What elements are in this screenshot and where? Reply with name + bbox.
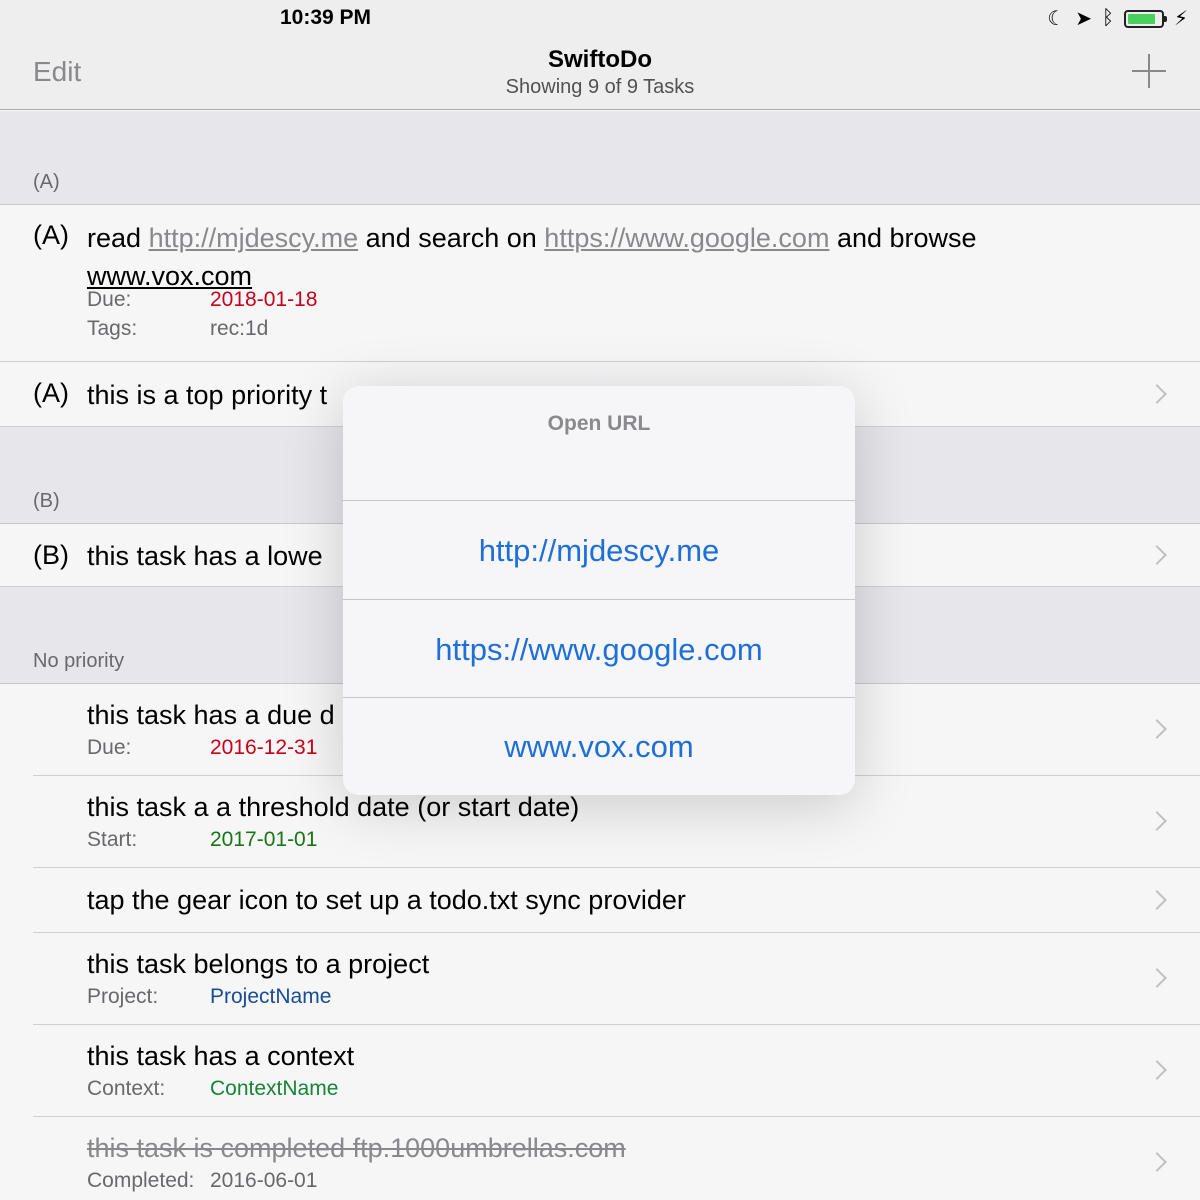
task-text: tap the gear icon to set up a todo.txt s… bbox=[87, 885, 686, 915]
task-word: and search on bbox=[365, 223, 537, 253]
priority-label: (B) bbox=[33, 540, 69, 570]
due-meta: Due: 2018-01-18 bbox=[87, 288, 317, 312]
task-row[interactable]: this task is completed ftp.1000umbrellas… bbox=[0, 1117, 1200, 1200]
task-text: this task is completed ftp.1000umbrellas… bbox=[87, 1133, 626, 1163]
moon-icon: ☾ bbox=[1047, 8, 1066, 30]
popover-title: Open URL bbox=[547, 412, 651, 435]
task-count-subtitle: Showing 9 of 9 Tasks bbox=[505, 76, 695, 98]
section-label: (B) bbox=[33, 490, 60, 512]
meta-label: Due: bbox=[87, 736, 132, 759]
meta-label: Project: bbox=[87, 985, 159, 1008]
meta-label: Due: bbox=[87, 288, 132, 311]
popover-arrow bbox=[580, 364, 624, 386]
priority-label: (A) bbox=[33, 220, 69, 250]
context-meta: Context: ContextName bbox=[87, 1077, 338, 1101]
tags-value: rec:1d bbox=[210, 317, 269, 340]
task-row[interactable]: this task has a context Context: Context… bbox=[0, 1025, 1200, 1117]
start-meta: Start: 2017-01-01 bbox=[87, 828, 317, 852]
battery-icon bbox=[1123, 9, 1167, 28]
chevron-right-icon bbox=[1147, 545, 1167, 565]
priority-label: (A) bbox=[33, 378, 69, 408]
section-label: No priority bbox=[33, 650, 125, 672]
context-name: ContextName bbox=[210, 1077, 339, 1100]
start-date: 2017-01-01 bbox=[210, 828, 318, 851]
open-url-option[interactable]: http://mjdescy.me bbox=[343, 502, 855, 599]
charging-icon: ⚡ bbox=[1173, 8, 1188, 30]
status-bar: 10:39 PM ☾ ➤ ᛒ ⚡ bbox=[0, 0, 1200, 36]
chevron-right-icon bbox=[1147, 384, 1167, 404]
status-icons: ☾ ➤ ᛒ ⚡ bbox=[1047, 6, 1188, 31]
bluetooth-icon: ᛒ bbox=[1101, 7, 1114, 29]
completed-meta: Completed: 2016-06-01 bbox=[87, 1169, 317, 1193]
location-icon: ➤ bbox=[1075, 8, 1092, 30]
url-link[interactable]: http://mjdescy.me bbox=[149, 223, 359, 253]
task-word: and browse bbox=[836, 223, 977, 253]
meta-label: Completed: bbox=[87, 1169, 195, 1192]
open-url-option[interactable]: https://www.google.com bbox=[343, 601, 855, 698]
chevron-right-icon bbox=[1147, 1060, 1167, 1080]
completed-date: 2016-06-01 bbox=[210, 1169, 318, 1192]
navigation-bar: Edit SwiftoDo Showing 9 of 9 Tasks bbox=[0, 36, 1200, 110]
open-url-popover: Open URL http://mjdescy.me https://www.g… bbox=[343, 386, 855, 795]
project-meta: Project: ProjectName bbox=[87, 985, 331, 1009]
task-text: this task has a context bbox=[87, 1041, 355, 1071]
meta-label: Start: bbox=[87, 828, 138, 851]
chevron-right-icon bbox=[1147, 968, 1167, 988]
chevron-right-icon bbox=[1147, 890, 1167, 910]
project-name: ProjectName bbox=[210, 985, 332, 1008]
task-text: this task belongs to a project bbox=[87, 949, 430, 979]
due-date: 2018-01-18 bbox=[210, 288, 318, 311]
task-row[interactable]: this task belongs to a project Project: … bbox=[0, 933, 1200, 1025]
task-word: read bbox=[87, 223, 142, 253]
section-header-a: (A) bbox=[0, 111, 1200, 205]
divider bbox=[343, 500, 855, 501]
section-label: (A) bbox=[33, 171, 60, 193]
chevron-right-icon bbox=[1147, 811, 1167, 831]
task-row[interactable]: (A) read http://mjdescy.me and search on… bbox=[0, 205, 1200, 387]
task-row[interactable]: tap the gear icon to set up a todo.txt s… bbox=[0, 868, 1200, 933]
open-url-option[interactable]: www.vox.com bbox=[343, 698, 855, 795]
chevron-right-icon bbox=[1147, 1152, 1167, 1172]
app-title: SwiftoDo bbox=[548, 46, 652, 73]
url-link[interactable]: www.vox.com bbox=[87, 261, 252, 291]
status-time: 10:39 PM bbox=[280, 6, 372, 29]
chevron-right-icon bbox=[1147, 719, 1167, 739]
divider bbox=[343, 599, 855, 600]
meta-label: Tags: bbox=[87, 317, 138, 340]
tags-meta: Tags: rec:1d bbox=[87, 317, 268, 341]
meta-label: Context: bbox=[87, 1077, 166, 1100]
plus-icon[interactable] bbox=[1132, 54, 1166, 88]
task-text: read http://mjdescy.me and search on htt… bbox=[87, 219, 1100, 295]
due-meta: Due: 2016-12-31 bbox=[87, 736, 317, 760]
url-link[interactable]: https://www.google.com bbox=[544, 223, 829, 253]
due-date: 2016-12-31 bbox=[210, 736, 318, 759]
